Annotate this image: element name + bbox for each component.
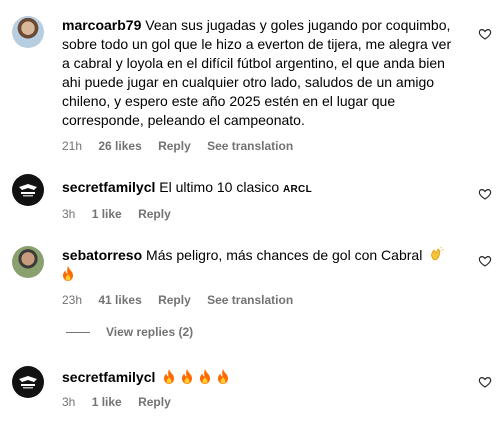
comment-meta: 3h 1 like Reply xyxy=(62,394,184,410)
comment-body: sebatorreso Más peligro, más chances de … xyxy=(62,246,462,284)
comment-meta: 3h 1 like Reply xyxy=(62,206,184,222)
replies-divider xyxy=(66,332,90,334)
comment-item: marcoarb79 Vean sus jugadas y goles juga… xyxy=(0,0,500,160)
comment-time: 3h xyxy=(62,207,76,221)
reply-button[interactable]: Reply xyxy=(138,207,171,221)
fire-emoji xyxy=(62,266,74,281)
heart-icon[interactable] xyxy=(478,187,492,201)
fire-emoji xyxy=(181,369,193,384)
comment-meta: 23h 41 likes Reply See translation xyxy=(62,292,306,308)
fire-emoji xyxy=(163,369,175,384)
clapping-hands-emoji xyxy=(428,247,444,263)
comment-body: secretfamilycl El ultimo 10 clasico ARCL xyxy=(62,178,462,199)
avatar[interactable] xyxy=(12,16,44,48)
comment-username[interactable]: marcoarb79 xyxy=(62,17,141,33)
heart-icon[interactable] xyxy=(478,375,492,389)
comment-tag: ARCL xyxy=(283,184,312,195)
comment-username[interactable]: sebatorreso xyxy=(62,247,142,263)
comment-likes[interactable]: 26 likes xyxy=(98,139,141,153)
comment-username[interactable]: secretfamilycl xyxy=(62,179,155,195)
comment-likes[interactable]: 41 likes xyxy=(98,293,141,307)
heart-icon[interactable] xyxy=(478,254,492,268)
comment-item: secretfamilycl El ultimo 10 clasico ARCL… xyxy=(0,170,500,230)
comment-text: Más peligro, más chances de gol con Cabr… xyxy=(146,247,423,263)
fire-emoji xyxy=(199,369,211,384)
comment-body: marcoarb79 Vean sus jugadas y goles juga… xyxy=(62,16,462,130)
comment-meta: 21h 26 likes Reply See translation xyxy=(62,138,306,154)
comment-likes[interactable]: 1 like xyxy=(92,395,122,409)
avatar[interactable] xyxy=(12,366,44,398)
comment-likes[interactable]: 1 like xyxy=(92,207,122,221)
view-replies-label: View replies (2) xyxy=(106,325,194,339)
see-translation-button[interactable]: See translation xyxy=(207,293,293,307)
avatar[interactable] xyxy=(12,174,44,206)
reply-button[interactable]: Reply xyxy=(158,139,191,153)
fire-emojis xyxy=(163,369,235,385)
comment-username[interactable]: secretfamilycl xyxy=(62,369,155,385)
comment-text: Vean sus jugadas y goles jugando por coq… xyxy=(62,17,452,128)
comment-body: secretfamilycl xyxy=(62,368,462,387)
comment-text: El ultimo 10 clasico xyxy=(159,179,280,195)
comment-time: 23h xyxy=(62,293,83,307)
fire-emoji xyxy=(217,369,229,384)
comment-time: 3h xyxy=(62,395,76,409)
comment-time: 21h xyxy=(62,139,83,153)
reply-button[interactable]: Reply xyxy=(158,293,191,307)
view-replies-button[interactable]: View replies (2) xyxy=(66,325,193,339)
heart-icon[interactable] xyxy=(478,27,492,41)
comment-item: secretfamilycl 3h 1 like Reply xyxy=(0,362,500,422)
see-translation-button[interactable]: See translation xyxy=(207,139,293,153)
avatar[interactable] xyxy=(12,246,44,278)
reply-button[interactable]: Reply xyxy=(138,395,171,409)
